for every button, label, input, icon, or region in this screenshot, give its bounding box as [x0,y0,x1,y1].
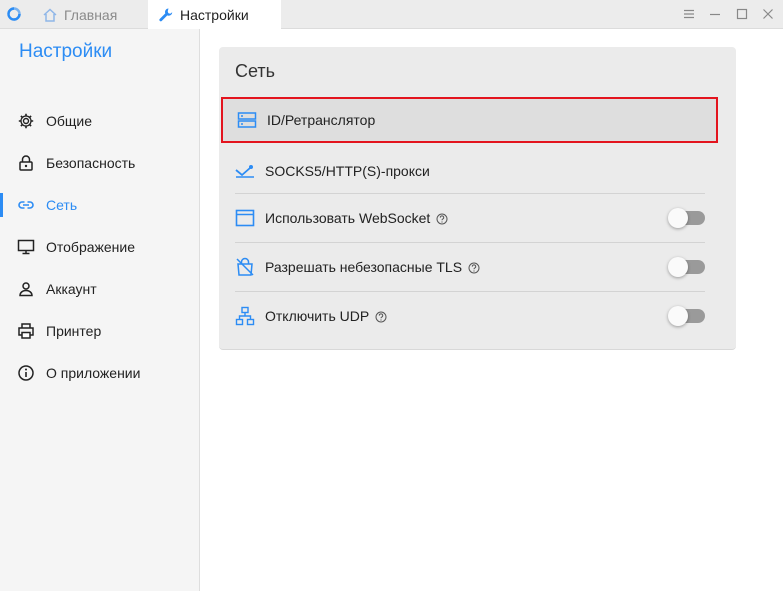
sidebar: Настройки Общие Безопасность Сеть Отобра… [0,29,200,591]
network-settings-card: Сеть ID/Ретранслятор SOCKS5/HTTP(S)-прок… [219,47,736,350]
sidebar-item-label: Сеть [46,197,78,213]
sidebar-item-account[interactable]: Аккаунт [0,268,200,310]
toggle-knob [668,257,688,277]
websocket-toggle[interactable] [668,208,705,228]
lock-icon [17,154,35,172]
printer-icon [17,322,35,340]
monitor-icon [17,238,35,256]
maximize-icon[interactable] [734,6,750,22]
user-icon [17,280,35,298]
row-label: Использовать WebSocket [265,210,431,226]
section-title: Сеть [235,61,276,81]
link-icon [17,196,35,214]
close-icon[interactable] [760,6,776,22]
disable-udp-row[interactable]: Отключить UDP [235,291,705,340]
server-icon [237,110,257,130]
sidebar-item-security[interactable]: Безопасность [0,142,200,184]
proxy-row[interactable]: SOCKS5/HTTP(S)-прокси [235,146,705,195]
sidebar-nav: Общие Безопасность Сеть Отображение Акка [0,100,200,394]
app-logo-icon [7,7,21,21]
row-label: Отключить UDP [265,308,370,324]
sidebar-title: Настройки [19,41,113,62]
row-label: ID/Ретранслятор [267,112,376,128]
sidebar-item-label: О приложении [46,365,141,381]
sidebar-item-label: Отображение [46,239,136,255]
network-icon [235,306,255,326]
help-icon[interactable] [436,212,448,225]
sidebar-item-general[interactable]: Общие [0,100,200,142]
tab-home[interactable]: Главная [42,0,117,29]
home-icon [42,7,58,23]
main-content: Сеть ID/Ретранслятор SOCKS5/HTTP(S)-прок… [201,29,783,591]
sidebar-item-network[interactable]: Сеть [0,184,200,226]
title-bar: Главная Настройки [0,0,783,29]
sidebar-item-label: Принтер [46,323,102,339]
tab-home-label: Главная [64,6,118,23]
toggle-knob [668,306,688,326]
sidebar-item-label: Аккаунт [46,281,97,297]
tab-settings-label: Настройки [180,6,249,23]
unlock-bag-icon [235,257,255,277]
help-icon[interactable] [468,261,480,274]
sidebar-item-about[interactable]: О приложении [0,352,200,394]
sidebar-item-display[interactable]: Отображение [0,226,200,268]
tab-settings[interactable]: Настройки [148,0,281,29]
disable-udp-toggle[interactable] [668,306,705,326]
window-icon [235,208,255,228]
menu-icon[interactable] [681,6,697,22]
sidebar-item-label: Общие [46,113,93,129]
sidebar-item-label: Безопасность [46,155,136,171]
toggle-knob [668,208,688,228]
websocket-row[interactable]: Использовать WebSocket [235,193,705,242]
insecure-tls-row[interactable]: Разрешать небезопасные TLS [235,242,705,291]
sidebar-item-printer[interactable]: Принтер [0,310,200,352]
help-icon[interactable] [375,310,387,323]
id-relay-row[interactable]: ID/Ретранслятор [221,97,718,143]
row-label: SOCKS5/HTTP(S)-прокси [265,162,430,179]
info-icon [17,364,35,382]
minimize-icon[interactable] [707,6,723,22]
wrench-icon [158,7,174,23]
proxy-icon [235,161,255,181]
gear-icon [17,112,35,130]
insecure-tls-toggle[interactable] [668,257,705,277]
row-label: Разрешать небезопасные TLS [265,259,463,275]
